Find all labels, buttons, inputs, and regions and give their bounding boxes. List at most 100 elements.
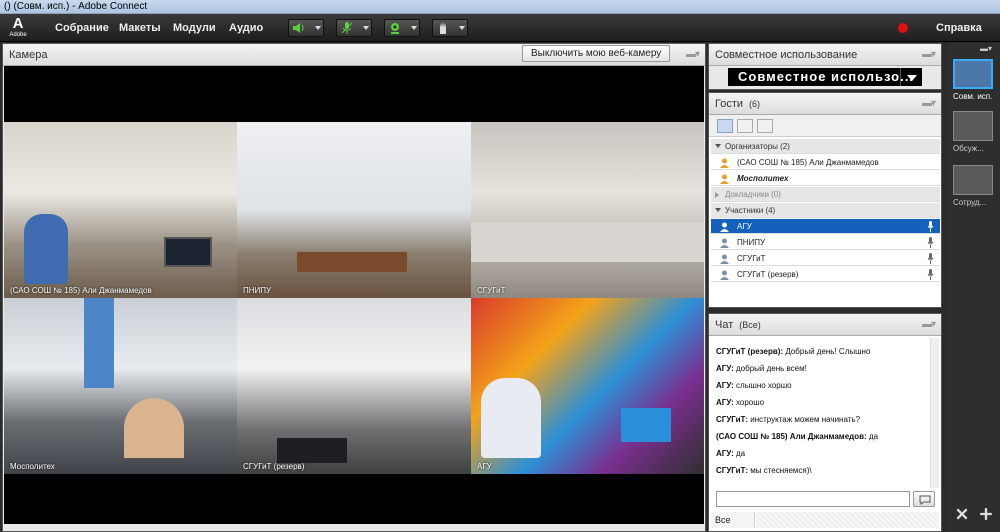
tools-icon[interactable] [955, 507, 969, 521]
share-pod-header: Совместное использование ▬▾ [709, 44, 941, 66]
attendee-group-presenters[interactable]: Докладчики (0) [711, 187, 940, 202]
chat-recipient-bar [756, 512, 939, 528]
group-label: Организаторы (2) [725, 142, 790, 151]
menu-meeting[interactable]: Собрание [55, 22, 109, 34]
chat-recipient-dropdown[interactable]: Все [711, 512, 755, 528]
pod-menu-icon[interactable]: ▬▾ [922, 319, 936, 330]
speaker-icon [293, 23, 304, 33]
chat-message: СГУГиТ: мы стесняемся)\ [716, 466, 812, 475]
attendees-pod-title: Гости (6) [715, 98, 760, 110]
chat-message: АГУ: хорошо [716, 398, 764, 407]
video-tile[interactable]: ПНИПУ [237, 122, 471, 298]
attendee-group-participants[interactable]: Участники (4) [711, 203, 940, 218]
video-tile[interactable]: АГУ [471, 298, 704, 474]
rail-menu-icon[interactable]: ▬▾ [980, 44, 992, 53]
layout-thumbnail[interactable] [953, 59, 993, 89]
layout-thumbnail[interactable] [953, 165, 993, 195]
speech-bubble-icon [919, 495, 931, 505]
window-titlebar: () (Совм. исп.) - Adobe Connect [0, 0, 1000, 14]
chat-message: АГУ: добрый день всем! [716, 364, 807, 373]
attendee-name: (САО СОШ № 185) Али Джанмамедов [737, 158, 879, 167]
role-view-icon[interactable] [757, 119, 773, 133]
share-button[interactable]: Совместное использо... [728, 68, 922, 86]
webcam-icon [391, 23, 399, 34]
microphone-icon [927, 221, 934, 232]
host-user-icon [720, 174, 729, 184]
microphone-icon [927, 253, 934, 264]
user-icon [720, 254, 729, 264]
pod-menu-icon[interactable]: ▬▾ [686, 49, 700, 60]
chat-recipient-label: Все [715, 515, 731, 525]
layout-label: Обсуж... [953, 144, 984, 153]
help-menu[interactable]: Справка [936, 22, 982, 34]
attendee-row[interactable]: Мосполитех [711, 171, 940, 186]
attendee-name: СГУГиТ (резерв) [737, 270, 799, 279]
chat-sender: СГУГиТ: [716, 415, 748, 424]
video-tile[interactable]: СГУГиТ [471, 122, 704, 298]
microphone-button[interactable] [336, 19, 372, 37]
video-tile-label: Мосполитех [10, 462, 55, 471]
grid-view-icon[interactable] [737, 119, 753, 133]
attendee-row[interactable]: АГУ [711, 219, 940, 234]
chat-sender: АГУ: [716, 381, 734, 390]
menu-pods[interactable]: Модули [173, 22, 216, 34]
monitor-shape [164, 237, 212, 267]
share-dropdown-icon[interactable] [900, 68, 922, 86]
speaker-button[interactable] [288, 19, 324, 37]
recording-indicator[interactable] [898, 23, 908, 33]
chat-scrollbar[interactable] [930, 338, 939, 488]
participant-figure [84, 298, 114, 388]
attendee-name: ПНИПУ [737, 238, 766, 247]
add-layout-icon[interactable] [979, 507, 993, 521]
chat-text: хорошо [736, 398, 765, 407]
window-title: () (Совм. исп.) - Adobe Connect [4, 1, 148, 12]
user-icon [720, 238, 729, 248]
menu-layouts[interactable]: Макеты [119, 22, 161, 34]
pod-menu-icon[interactable]: ▬▾ [922, 49, 936, 60]
layout-thumbnail[interactable] [953, 111, 993, 141]
video-tile[interactable]: (САО СОШ № 185) Али Джанмамедов [4, 122, 237, 298]
group-label: Участники (4) [725, 206, 776, 215]
chat-message: (САО СОШ № 185) Али Джанмамедов: да [716, 432, 878, 441]
microphone-icon [927, 237, 934, 248]
chat-sender: (САО СОШ № 185) Али Джанмамедов: [716, 432, 867, 441]
participant-figure [481, 378, 541, 458]
attendee-row[interactable]: (САО СОШ № 185) Али Джанмамедов [711, 155, 940, 170]
stop-webcam-button[interactable]: Выключить мою веб-камеру [522, 45, 671, 62]
chat-message: АГУ: слышно хоршо [716, 381, 792, 390]
list-view-icon[interactable] [717, 119, 733, 133]
attendee-row[interactable]: СГУГиТ (резерв) [711, 267, 940, 282]
chat-input[interactable] [716, 491, 910, 507]
webcam-button[interactable] [384, 19, 420, 37]
status-button[interactable] [432, 19, 468, 37]
chat-sender: СГУГиТ (резерв): [716, 347, 784, 356]
raise-hand-icon [440, 22, 446, 34]
video-tile[interactable]: СГУГиТ (резерв) [237, 298, 471, 474]
chat-sender: СГУГиТ: [716, 466, 748, 475]
camera-video-area: (САО СОШ № 185) Али Джанмамедов ПНИПУ СГ… [4, 66, 704, 524]
video-tile[interactable]: Мосполитех [4, 298, 237, 474]
chat-send-button[interactable] [913, 491, 935, 507]
layout-label: Совм. исп. [953, 92, 993, 101]
chat-text: Добрый день! Слышно [785, 347, 871, 356]
attendee-row[interactable]: СГУГиТ [711, 251, 940, 266]
attendee-row[interactable]: ПНИПУ [711, 235, 940, 250]
pod-menu-icon[interactable]: ▬▾ [922, 98, 936, 109]
chat-scope: (Все) [739, 320, 761, 330]
user-icon [720, 270, 729, 280]
chat-pod-header: Чат (Все) ▬▾ [709, 314, 941, 336]
layouts-rail: ▬▾ Совм. исп. Обсуж... Сотруд... [947, 43, 1000, 532]
attendee-group-hosts[interactable]: Организаторы (2) [711, 139, 940, 154]
layout-label: Сотруд... [953, 198, 987, 207]
chat-text: мы стесняемся)\ [750, 466, 812, 475]
chat-text: да [868, 432, 879, 441]
video-tile-label: АГУ [477, 462, 492, 471]
share-pod-title: Совместное использование [715, 49, 858, 61]
chat-text: да [736, 449, 746, 458]
adobe-logo-text: Adobe [9, 32, 27, 38]
menu-audio[interactable]: Аудио [229, 22, 263, 34]
host-user-icon [720, 158, 729, 168]
attendee-name: СГУГиТ [737, 254, 766, 263]
microphone-icon [927, 269, 934, 280]
participant-figure [124, 398, 184, 458]
